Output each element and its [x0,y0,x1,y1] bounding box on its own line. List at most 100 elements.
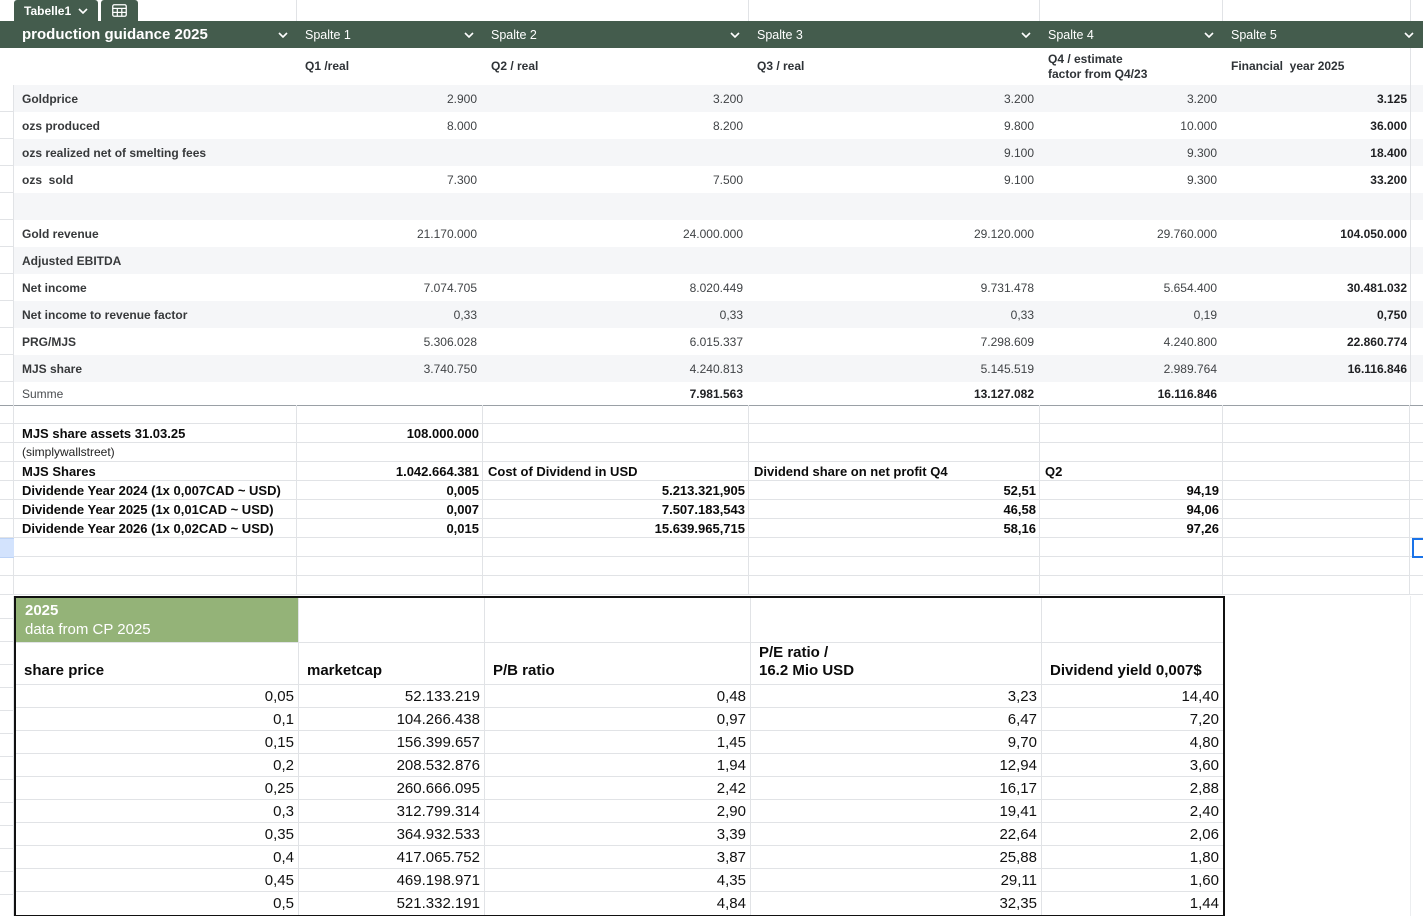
row-label-cell[interactable] [14,576,297,594]
chevron-down-icon[interactable] [278,32,288,38]
row-label-cell[interactable] [14,193,297,220]
empty-cell[interactable] [1410,424,1423,442]
empty-cell[interactable] [1410,519,1423,537]
row-label-cell[interactable]: Dividende Year 2024 (1x 0,007CAD ~ USD) [14,481,297,499]
valuation-badge-cell[interactable]: 2025 data from CP 2025 [16,598,299,643]
value-cell[interactable]: 7,20 [1042,708,1223,731]
value-cell[interactable]: 29.120.000 [749,220,1040,247]
value-cell[interactable]: 7.300 [297,166,483,193]
value-cell[interactable] [749,405,1040,423]
value-cell[interactable]: 0,3 [16,800,299,823]
empty-cell[interactable] [1410,139,1423,166]
row-label-cell[interactable]: (simplywallstreet) [14,443,297,461]
fy-value-cell[interactable]: 30.481.032 [1223,274,1410,301]
empty-cell[interactable] [1223,538,1410,556]
chevron-down-icon[interactable] [1404,32,1414,38]
value-cell[interactable]: 0,05 [16,685,299,708]
chevron-down-icon[interactable] [1204,32,1214,38]
row-label-cell[interactable]: MJS share [14,355,297,382]
empty-cell[interactable] [1410,166,1423,193]
header-share-price[interactable]: share price [16,643,299,685]
value-cell[interactable]: 9.731.478 [749,274,1040,301]
value-cell[interactable]: 5.213.321,905 [483,481,749,499]
value-cell[interactable] [483,405,749,423]
subheader-q3[interactable]: Q3 / real [749,48,1040,85]
row-label-cell[interactable] [14,405,297,423]
subheader-empty-cell[interactable] [14,48,297,85]
empty-cell[interactable] [1410,557,1423,575]
value-cell[interactable]: 29,11 [751,869,1042,892]
value-cell[interactable]: 6.015.337 [483,328,749,355]
fy-value-cell[interactable]: 0,750 [1223,301,1410,328]
value-cell[interactable]: 312.799.314 [299,800,485,823]
value-cell[interactable]: 9.800 [749,112,1040,139]
value-cell[interactable]: 4,84 [485,892,751,915]
value-cell[interactable] [297,382,483,405]
value-cell[interactable]: 9.100 [749,139,1040,166]
value-cell[interactable]: 0,25 [16,777,299,800]
value-cell[interactable]: 2.900 [297,85,483,112]
value-cell[interactable]: 2,40 [1042,800,1223,823]
table-title-cell[interactable]: production guidance 2025 [14,21,297,48]
column-header-spalte5[interactable]: Spalte 5 [1223,21,1423,48]
value-cell[interactable]: 3,23 [751,685,1042,708]
empty-cell[interactable] [1223,462,1410,480]
value-cell[interactable]: 3.200 [1040,85,1223,112]
fy-value-cell[interactable]: 33.200 [1223,166,1410,193]
value-cell[interactable] [1040,424,1223,442]
row-label-cell[interactable]: MJS share assets 31.03.25 [14,424,297,442]
chevron-down-icon[interactable] [730,32,740,38]
value-cell[interactable]: 14,40 [1042,685,1223,708]
header-marketcap[interactable]: marketcap [299,643,485,685]
value-cell[interactable]: 9.300 [1040,139,1223,166]
value-cell[interactable]: 0,33 [297,301,483,328]
row-label-cell[interactable]: Dividende Year 2025 (1x 0,01CAD ~ USD) [14,500,297,518]
value-cell[interactable]: 94,19 [1040,481,1223,499]
empty-cell[interactable] [1410,443,1423,461]
value-cell[interactable]: 3.200 [483,85,749,112]
value-cell[interactable] [1040,405,1223,423]
row-header-sliver[interactable] [0,405,14,595]
fy-value-cell[interactable]: 104.050.000 [1223,220,1410,247]
chevron-down-icon[interactable] [1021,32,1031,38]
row-label-cell[interactable]: Dividende Year 2026 (1x 0,02CAD ~ USD) [14,519,297,537]
subheader-q4[interactable]: Q4 / estimate factor from Q4/23 [1040,48,1223,85]
value-cell[interactable]: 0,007 [297,500,483,518]
value-cell[interactable]: 2.989.764 [1040,355,1223,382]
value-cell[interactable] [749,193,1040,220]
empty-cell[interactable] [751,598,1042,643]
value-cell[interactable] [297,139,483,166]
value-cell[interactable]: 6,47 [751,708,1042,731]
value-cell[interactable]: 0,45 [16,869,299,892]
empty-cell[interactable] [1223,557,1410,575]
value-cell[interactable] [749,538,1040,556]
row-label-cell[interactable]: ozs produced [14,112,297,139]
fy-value-cell[interactable] [1223,193,1410,220]
empty-cell[interactable] [1042,598,1223,643]
empty-cell[interactable] [1410,85,1423,112]
value-cell[interactable]: 0,015 [297,519,483,537]
value-cell[interactable] [483,443,749,461]
value-cell[interactable]: 0,15 [16,731,299,754]
value-cell[interactable] [483,139,749,166]
value-cell[interactable]: 2,88 [1042,777,1223,800]
empty-cell[interactable] [1410,112,1423,139]
row-header-sliver[interactable] [0,85,14,405]
value-cell[interactable] [1040,538,1223,556]
value-cell[interactable] [1040,557,1223,575]
value-cell[interactable] [297,193,483,220]
row-label-cell[interactable]: MJS Shares [14,462,297,480]
value-cell[interactable]: Cost of Dividend in USD [483,462,749,480]
value-cell[interactable]: 24.000.000 [483,220,749,247]
value-cell[interactable] [749,424,1040,442]
column-header-spalte2[interactable]: Spalte 2 [483,21,749,48]
selected-cell-outline[interactable] [1412,538,1423,558]
row-label-cell[interactable]: Net income [14,274,297,301]
fy-value-cell[interactable]: 16.116.846 [1223,355,1410,382]
value-cell[interactable]: 7.981.563 [483,382,749,405]
value-cell[interactable]: 0,97 [485,708,751,731]
empty-cell[interactable] [299,598,485,643]
row-label-cell[interactable]: Summe [14,382,297,405]
fy-value-cell[interactable]: 3.125 [1223,85,1410,112]
value-cell[interactable]: 0,1 [16,708,299,731]
